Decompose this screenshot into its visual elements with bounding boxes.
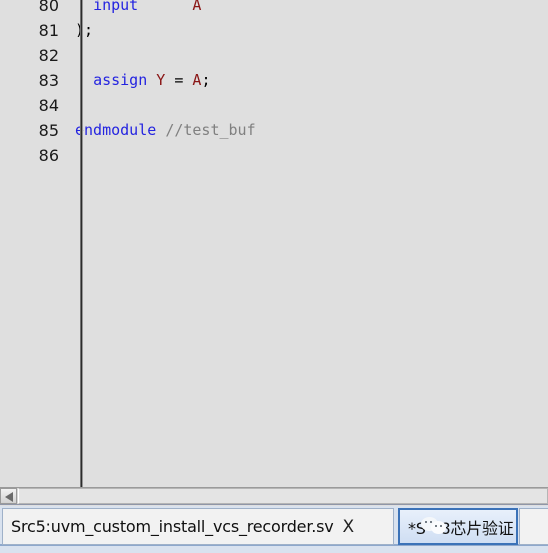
line-number: 80 (38, 0, 59, 15)
code-token-keyword: endmodule (75, 121, 157, 139)
line-number: 86 (38, 146, 59, 165)
code-line-text: input A (66, 0, 201, 18)
line-number: 84 (38, 96, 59, 115)
tab-label: Src5:uvm_custom_install_vcs_recorder.sv (11, 517, 334, 536)
code-line-text: assign Y = A; (66, 68, 210, 93)
tab-close-icon[interactable]: X (343, 517, 355, 537)
scroll-left-button[interactable] (0, 488, 17, 504)
editor-tab-bar: Src5:uvm_custom_install_vcs_recorder.sv … (0, 506, 548, 553)
code-token-comment: //test_buf (165, 121, 256, 139)
line-number: 83 (38, 71, 59, 90)
editor-tab-2[interactable] (519, 508, 548, 545)
editor-tab-0[interactable]: Src5:uvm_custom_install_vcs_recorder.sv … (2, 508, 394, 545)
scrollbar-track[interactable] (18, 488, 548, 504)
code-token-keyword: input (93, 0, 139, 14)
code-line-text: endmodule //test_buf (66, 118, 256, 143)
line-number: 82 (38, 46, 59, 65)
code-token-plain: = (165, 71, 193, 89)
code-token-plain: ); (75, 21, 94, 39)
tab-label: *S 8芯片验证日记 (408, 518, 516, 538)
code-token-identifier: A (192, 0, 202, 14)
line-number: 85 (38, 121, 59, 140)
code-token-plain: ; (201, 71, 211, 89)
code-token-identifier: Y (156, 71, 166, 89)
line-number: 81 (38, 21, 59, 40)
horizontal-scrollbar[interactable] (0, 487, 548, 505)
triangle-left-icon (5, 492, 13, 502)
editor-tab-1[interactable]: *S 8芯片验证日记 (398, 508, 518, 545)
code-token-keyword: assign (93, 71, 148, 89)
code-editor-pane[interactable]: 80 input A 81); 82 83 assign Y = A; 84 85 endm… (0, 0, 548, 487)
gutter-divider (80, 0, 83, 487)
